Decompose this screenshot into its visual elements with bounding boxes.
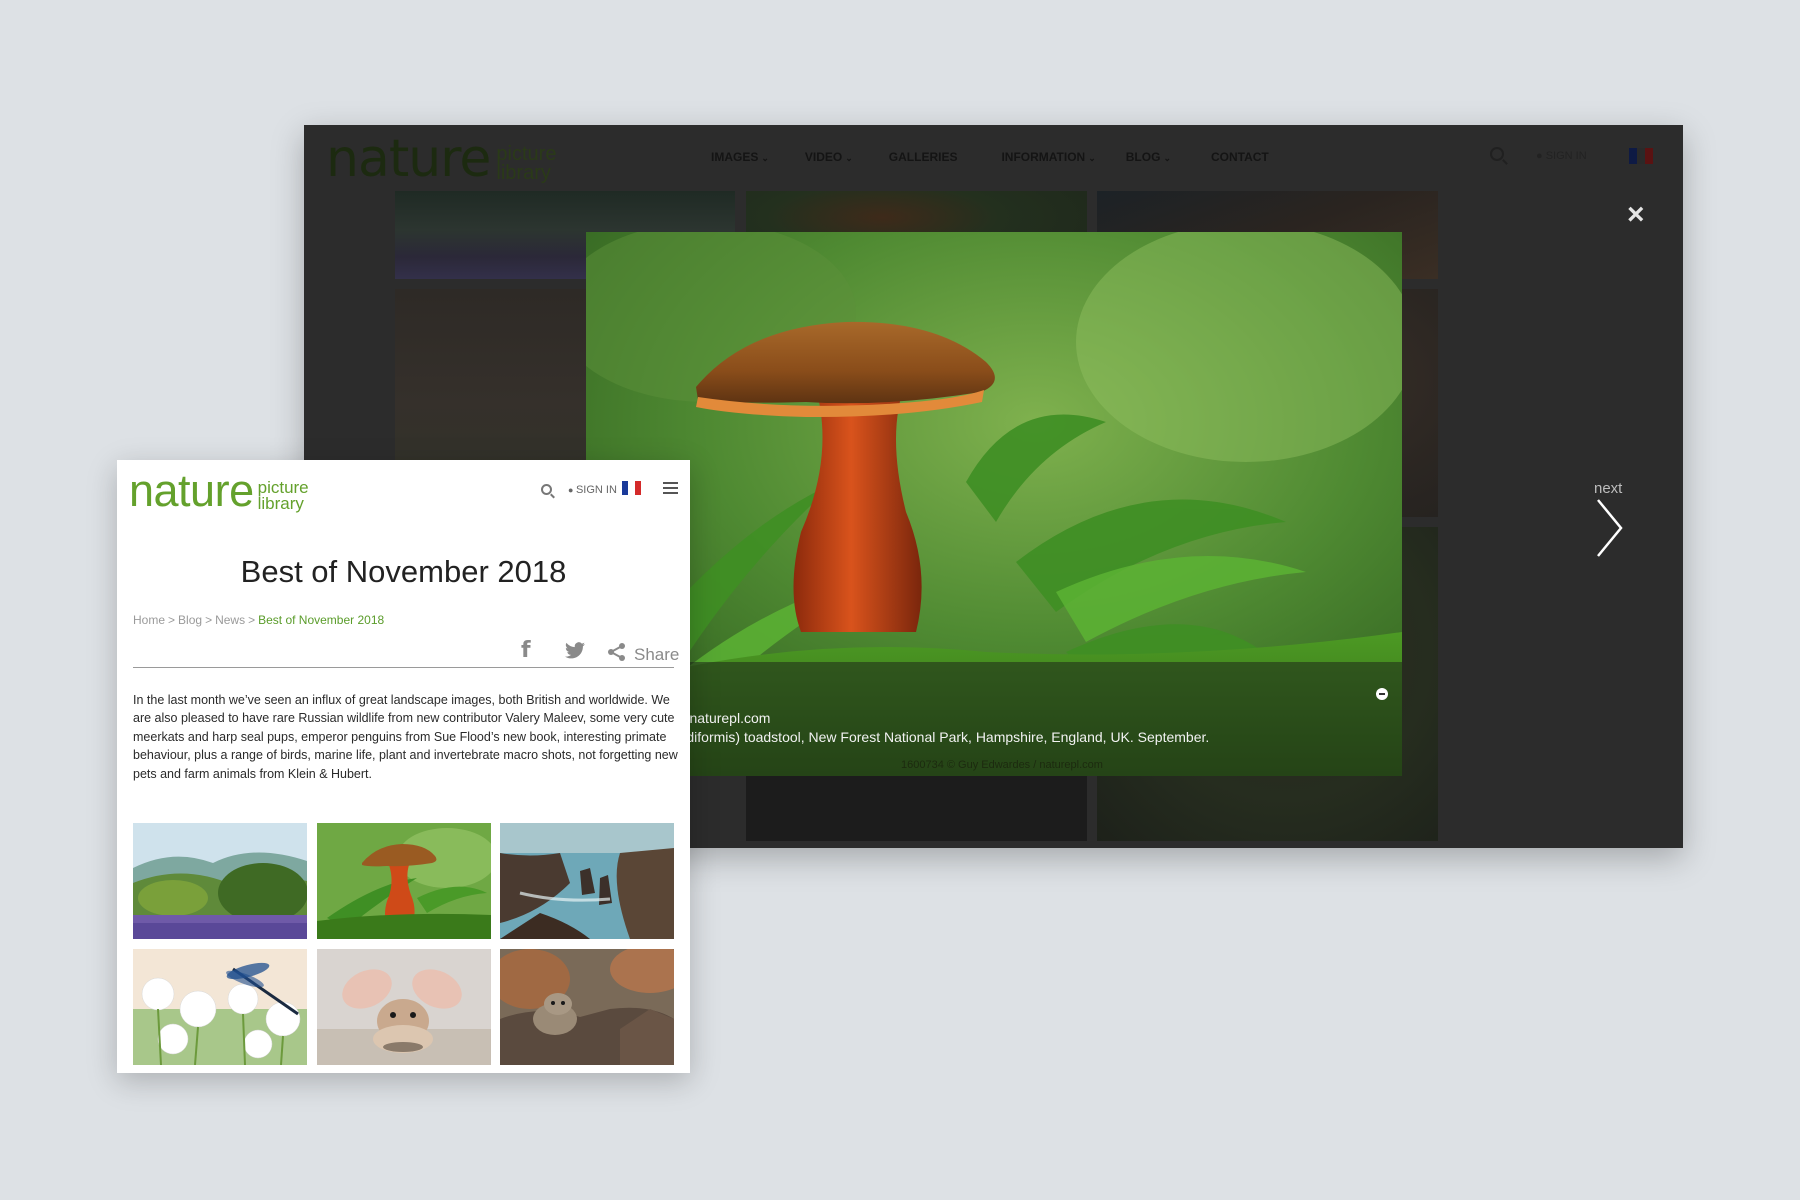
user-icon: ●: [1536, 150, 1546, 162]
nav-video[interactable]: VIDEO ⌄: [805, 150, 853, 164]
logo-subtitle-line2: library: [496, 162, 551, 184]
chevron-down-icon: ⌄: [761, 153, 769, 163]
breadcrumb-news[interactable]: News: [215, 613, 245, 627]
desktop-logo[interactable]: nature picture library: [326, 129, 556, 189]
logo-subtitle: picture library: [257, 479, 309, 513]
photo-watermark: 1600734 © Guy Edwardes / naturepl.com: [901, 759, 1103, 771]
nav-video-label: VIDEO: [804, 150, 843, 164]
logo-word: nature: [326, 129, 491, 189]
next-label: next: [1594, 480, 1623, 497]
french-flag-icon[interactable]: [622, 481, 641, 495]
article-body: In the last month we’ve seen an influx o…: [133, 693, 678, 781]
nav-blog[interactable]: BLOG ⌄: [1126, 150, 1171, 164]
coast-photo: [500, 823, 674, 939]
lightbox-caption: Guy Edwardes / naturepl.com lete (Boletu…: [586, 662, 1402, 776]
mobile-logo[interactable]: nature picture library: [129, 466, 309, 516]
jerboa-photo: [317, 949, 491, 1065]
user-icon: ●: [568, 485, 576, 495]
breadcrumb: Home > Blog > News > Best of November 2018: [133, 613, 385, 627]
breadcrumb-current[interactable]: Best of November 2018: [258, 613, 384, 627]
mobile-signin-label: SIGN IN: [575, 484, 617, 496]
landscape-photo: [133, 823, 307, 939]
nav-information[interactable]: INFORMATION ⌄: [1001, 150, 1095, 164]
breadcrumb-home[interactable]: Home: [133, 613, 165, 627]
nav-contact-label: CONTACT: [1210, 150, 1269, 164]
damselfly-photo: [133, 949, 307, 1065]
share-button[interactable]: Share: [634, 645, 679, 665]
thumbnail-damselfly[interactable]: [133, 949, 307, 1065]
mobile-blog-page: nature picture library ● SIGN IN Best of…: [117, 460, 690, 1073]
chevron-down-icon: ⌄: [845, 153, 853, 163]
collapse-icon[interactable]: [1376, 688, 1388, 700]
mushroom-thumbnail-photo: [317, 823, 491, 939]
close-icon[interactable]: ×: [1627, 200, 1645, 230]
nav-images[interactable]: IMAGES ⌄: [711, 150, 769, 164]
desktop-nav: IMAGES ⌄ VIDEO ⌄ GALLERIES INFORMATION ⌄ BL…: [711, 150, 1305, 164]
thumbnail-jerboa[interactable]: [317, 949, 491, 1065]
facebook-icon[interactable]: f: [521, 640, 531, 662]
share-bar: f Share: [133, 638, 679, 668]
desktop-signin[interactable]: ● SIGN IN: [1536, 150, 1587, 162]
french-flag-icon[interactable]: [1629, 148, 1653, 164]
nav-blog-label: BLOG: [1125, 150, 1161, 164]
logo-word: nature: [129, 465, 254, 516]
lightbox-image: Guy Edwardes / naturepl.com lete (Boletu…: [586, 232, 1402, 776]
logo-subtitle: picture library: [496, 144, 556, 184]
nav-galleries[interactable]: GALLERIES: [889, 150, 958, 164]
nav-information-label: INFORMATION: [1001, 150, 1086, 164]
breadcrumb-blog[interactable]: Blog: [178, 613, 202, 627]
thumbnail-mushroom[interactable]: [317, 823, 491, 939]
desktop-header: nature picture library IMAGES ⌄ VIDEO ⌄ GA…: [304, 125, 1683, 191]
chevron-down-icon: ⌄: [1163, 153, 1171, 163]
chevron-right-icon[interactable]: [1595, 497, 1625, 559]
menu-icon[interactable]: [663, 482, 678, 495]
desktop-signin-label: SIGN IN: [1545, 150, 1587, 162]
share-icon[interactable]: [607, 642, 627, 662]
mobile-signin[interactable]: ● SIGN IN: [568, 484, 617, 496]
nav-galleries-label: GALLERIES: [888, 150, 958, 164]
search-icon[interactable]: [1490, 147, 1504, 161]
chevron-down-icon: ⌄: [1088, 153, 1096, 163]
nav-contact[interactable]: CONTACT: [1211, 150, 1269, 164]
search-icon[interactable]: [541, 484, 552, 495]
nav-images-label: IMAGES: [711, 150, 759, 164]
twitter-icon[interactable]: [565, 642, 585, 659]
thumbnail-coast[interactable]: [500, 823, 674, 939]
thumbnail-pallas-cat[interactable]: [500, 949, 674, 1065]
logo-subtitle-line2: library: [257, 494, 304, 513]
thumbnail-landscape[interactable]: [133, 823, 307, 939]
page-title: Best of November 2018: [240, 554, 567, 589]
pallas-cat-photo: [500, 949, 674, 1065]
